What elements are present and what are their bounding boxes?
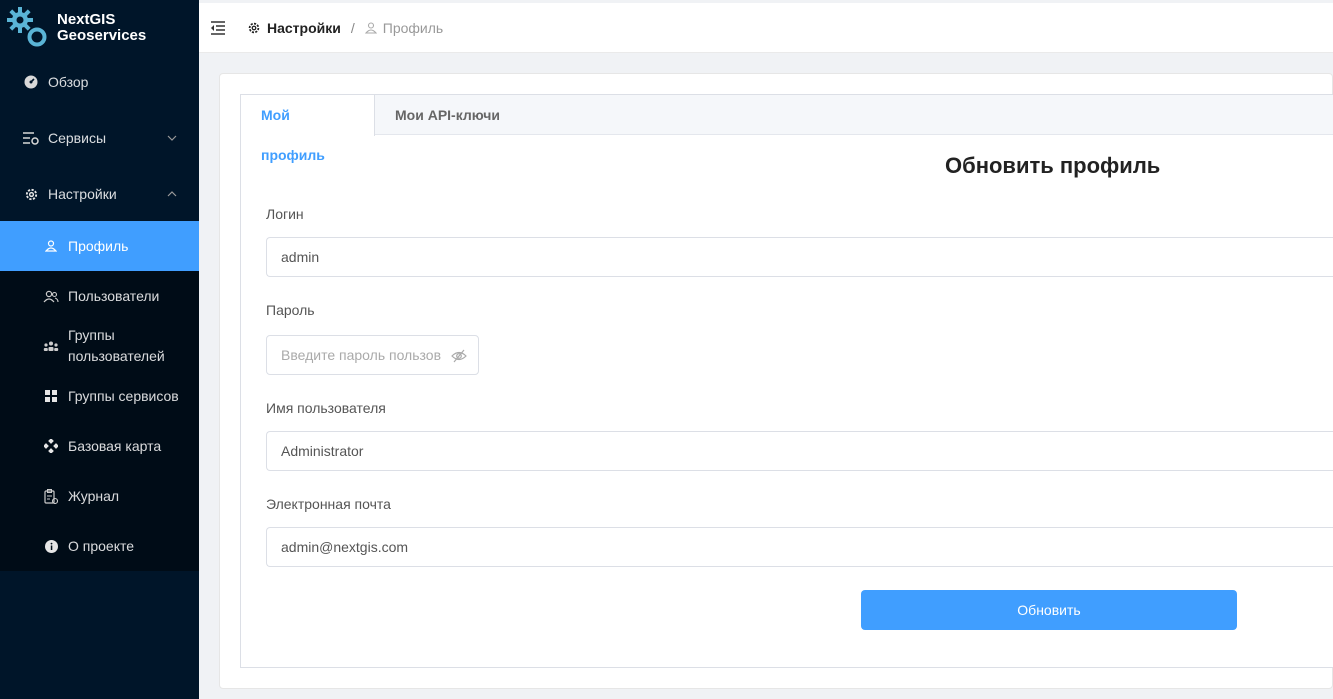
login-label: Логин <box>266 206 304 222</box>
sidebar-item-about[interactable]: О проекте <box>0 521 199 571</box>
username-value: Administrator <box>281 443 364 459</box>
menu-item-settings[interactable]: Настройки <box>0 182 199 206</box>
sidebar-item-label: О проекте <box>68 537 135 554</box>
sidebar-item-label: Группы сервисов <box>68 387 179 404</box>
breadcrumb-profile: Профиль <box>382 20 444 36</box>
password-placeholder: Введите пароль пользов <box>281 347 442 363</box>
menu-item-label: Сервисы <box>48 130 107 146</box>
gears-icon <box>7 7 47 47</box>
user-groups-icon <box>43 338 59 354</box>
menu-item-label: Настройки <box>48 186 117 202</box>
menu-item-overview[interactable]: Обзор <box>0 70 199 94</box>
breadcrumb-settings[interactable]: Настройки <box>267 20 341 36</box>
user-icon <box>43 238 59 254</box>
logo[interactable]: NextGIS Geoservices <box>0 0 199 54</box>
sidebar-item-label: Группы пользователей <box>68 327 165 364</box>
sidebar-item-label: Базовая карта <box>68 437 162 454</box>
sidebar-item-user-groups[interactable]: Группы пользователей <box>0 321 199 371</box>
info-icon <box>43 538 59 554</box>
sidebar-item-profile[interactable]: Профиль <box>0 221 199 271</box>
email-label: Электронная почта <box>266 496 391 512</box>
sidebar: NextGIS Geoservices Обзор Сервисы Настро… <box>0 0 199 699</box>
chevron-up-icon <box>167 191 177 197</box>
profile-tabs: Мой профиль Мои API-ключи <box>240 94 1333 668</box>
menu-item-services[interactable]: Сервисы <box>0 126 199 150</box>
username-field[interactable]: Administrator <box>266 431 1333 471</box>
update-button[interactable]: Обновить <box>861 590 1237 630</box>
form-title: Обновить профиль <box>945 153 1161 178</box>
settings-submenu: Профиль Пользователи Группы пользователе… <box>0 221 199 571</box>
grid-icon <box>43 388 59 404</box>
login-value: admin <box>281 249 320 265</box>
eye-off-icon[interactable] <box>451 348 467 364</box>
tab-api-keys[interactable]: Мои API-ключи <box>375 95 520 135</box>
password-field[interactable]: Введите пароль пользов <box>266 335 479 375</box>
menu-item-label: Обзор <box>48 74 89 90</box>
sidebar-item-label: Пользователи <box>68 287 160 304</box>
tiles-icon <box>43 438 59 454</box>
login-field[interactable]: admin <box>266 237 1333 277</box>
logo-line1: NextGIS <box>57 11 116 28</box>
tab-bar: Мой профиль Мои API-ключи <box>241 95 1333 163</box>
password-label: Пароль <box>266 302 315 318</box>
breadcrumb: Настройки / Профиль <box>247 19 443 37</box>
menu-fold-icon[interactable] <box>210 20 226 36</box>
breadcrumb-separator: / <box>350 20 355 36</box>
tab-my-profile[interactable]: Мой профиль <box>241 95 375 163</box>
journal-icon <box>43 488 59 504</box>
header: Настройки / Профиль <box>199 3 1333 53</box>
sidebar-item-journal[interactable]: Журнал <box>0 471 199 521</box>
sidebar-item-users[interactable]: Пользователи <box>0 271 199 321</box>
dashboard-icon <box>23 74 39 90</box>
logo-text: NextGIS Geoservices <box>57 12 146 44</box>
gear-icon <box>248 22 260 34</box>
services-icon <box>23 130 39 146</box>
chevron-down-icon <box>167 135 177 141</box>
email-field[interactable]: admin@nextgis.com <box>266 527 1333 567</box>
username-label: Имя пользователя <box>266 400 386 416</box>
sidebar-item-label: Журнал <box>68 487 120 504</box>
gear-icon <box>23 186 39 202</box>
logo-line2: Geoservices <box>57 27 147 44</box>
sidebar-item-service-groups[interactable]: Группы сервисов <box>0 371 199 421</box>
email-value: admin@nextgis.com <box>281 539 409 555</box>
sidebar-item-label: Профиль <box>68 237 129 254</box>
user-icon <box>364 22 377 34</box>
users-icon <box>43 288 59 304</box>
sidebar-item-basemap[interactable]: Базовая карта <box>0 421 199 471</box>
